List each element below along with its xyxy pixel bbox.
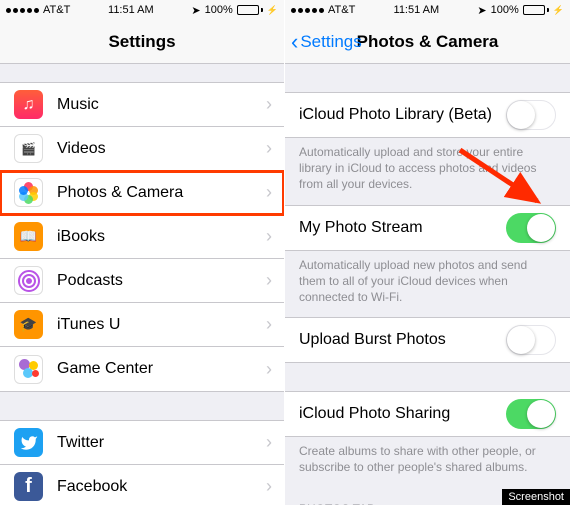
charging-icon: ⚡ [267,5,278,16]
signal-icon [6,8,39,13]
photos-icon [14,178,43,207]
chevron-right-icon: › [266,432,284,453]
footer-photo-sharing: Create albums to share with other people… [285,437,570,487]
row-icloud-photo-sharing: iCloud Photo Sharing [285,392,570,436]
time-label: 11:51 AM [394,4,440,16]
gamecenter-icon [14,355,43,384]
chevron-right-icon: › [266,270,284,291]
settings-row-ibooks[interactable]: 📖 iBooks › [0,215,284,259]
settings-root-screen: AT&T 11:51 AM ➤ 100% ⚡ Settings ♫ Music … [0,0,285,505]
settings-group-social: Twitter › f Facebook › Flickr › [0,420,284,505]
row-upload-burst: Upload Burst Photos [285,318,570,362]
nav-bar: Settings [0,20,284,64]
chevron-right-icon: › [266,359,284,380]
signal-icon [291,8,324,13]
status-bar: AT&T 11:51 AM ➤ 100% ⚡ [0,0,284,20]
facebook-icon: f [14,472,43,501]
toggle-icloud-photo-library[interactable] [506,100,556,130]
chevron-right-icon: › [266,226,284,247]
settings-row-gamecenter[interactable]: Game Center › [0,347,284,391]
toggle-icloud-photo-sharing[interactable] [506,399,556,429]
location-icon: ➤ [191,4,200,17]
location-icon: ➤ [477,4,486,17]
page-title: Settings [108,32,175,52]
settings-row-itunesu[interactable]: 🎓 iTunes U › [0,303,284,347]
row-my-photo-stream: My Photo Stream [285,206,570,250]
twitter-icon [14,428,43,457]
carrier-label: AT&T [43,4,70,16]
chevron-left-icon: ‹ [291,31,298,53]
back-button[interactable]: ‹ Settings [291,31,362,53]
settings-row-facebook[interactable]: f Facebook › [0,465,284,505]
itunesu-icon: 🎓 [14,310,43,339]
time-label: 11:51 AM [108,4,154,16]
photos-camera-screen: AT&T 11:51 AM ➤ 100% ⚡ ‹ Settings Photos… [285,0,570,505]
battery-icon [523,5,549,15]
ibooks-icon: 📖 [14,222,43,251]
row-icloud-photo-library: iCloud Photo Library (Beta) [285,93,570,137]
credit-label: Screenshot [502,489,570,505]
carrier-label: AT&T [328,4,355,16]
chevron-right-icon: › [266,182,284,203]
footer-icloud-library: Automatically upload and store your enti… [285,138,570,205]
chevron-right-icon: › [266,138,284,159]
settings-row-podcasts[interactable]: Podcasts › [0,259,284,303]
music-icon: ♫ [14,90,43,119]
battery-icon [237,5,263,15]
videos-icon: 🎬 [14,134,43,163]
charging-icon: ⚡ [553,5,564,16]
status-bar: AT&T 11:51 AM ➤ 100% ⚡ [285,0,570,20]
footer-photo-stream: Automatically upload new photos and send… [285,251,570,318]
toggle-upload-burst[interactable] [506,325,556,355]
settings-group-media: ♫ Music › 🎬 Videos › [0,82,284,392]
settings-row-videos[interactable]: 🎬 Videos › [0,127,284,171]
settings-row-photos-camera[interactable]: Photos & Camera › [0,171,284,215]
chevron-right-icon: › [266,94,284,115]
battery-percent: 100% [491,4,519,16]
podcasts-icon [14,266,43,295]
page-title: Photos & Camera [357,32,499,52]
battery-percent: 100% [205,4,233,16]
chevron-right-icon: › [266,314,284,335]
nav-bar: ‹ Settings Photos & Camera [285,20,570,64]
settings-row-twitter[interactable]: Twitter › [0,421,284,465]
settings-row-music[interactable]: ♫ Music › [0,83,284,127]
toggle-my-photo-stream[interactable] [506,213,556,243]
chevron-right-icon: › [266,476,284,497]
